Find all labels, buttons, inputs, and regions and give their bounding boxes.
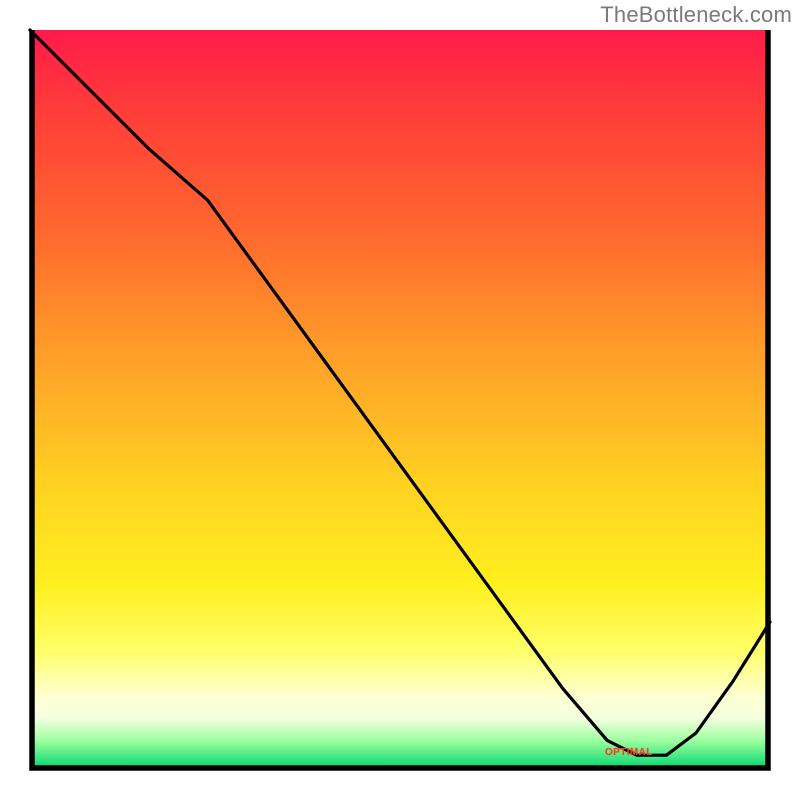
bottleneck-curve <box>30 30 770 755</box>
annotation-label: OPTIMAL <box>605 747 653 758</box>
chart-svg <box>30 30 770 770</box>
chart-root: TheBottleneck.com OPTIMAL <box>0 0 800 800</box>
plot-area: OPTIMAL <box>30 30 770 770</box>
watermark-text: TheBottleneck.com <box>600 2 792 28</box>
